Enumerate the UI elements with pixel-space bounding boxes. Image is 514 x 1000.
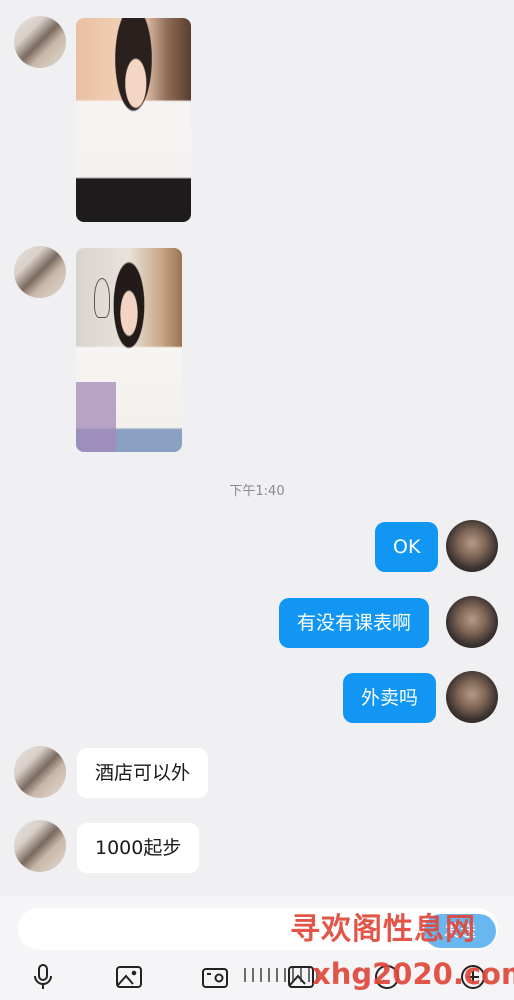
user-avatar[interactable]	[446, 671, 498, 723]
watermark-text: 寻欢阁性息网	[290, 912, 476, 947]
contact-avatar[interactable]	[14, 16, 66, 68]
microphone-icon[interactable]	[28, 962, 58, 992]
outgoing-message[interactable]: 外卖吗	[343, 673, 437, 723]
user-avatar[interactable]	[446, 596, 498, 648]
message-timestamp: 下午1:40	[229, 484, 285, 499]
photo-detail	[94, 278, 110, 318]
incoming-message[interactable]: 1000起步	[77, 823, 200, 873]
outgoing-message[interactable]: 有没有课表啊	[279, 598, 430, 648]
outgoing-message[interactable]: OK	[375, 522, 439, 572]
watermark-url: xhg2020.com	[312, 957, 514, 991]
image-message[interactable]	[76, 18, 191, 222]
contact-avatar[interactable]	[14, 746, 66, 798]
image-message[interactable]	[76, 248, 182, 452]
contact-avatar[interactable]	[14, 820, 66, 872]
incoming-message[interactable]: 酒店可以外	[77, 748, 209, 798]
image-icon[interactable]	[114, 962, 144, 992]
contact-avatar[interactable]	[14, 246, 66, 298]
user-avatar[interactable]	[446, 520, 498, 572]
chat-area[interactable]: 下午1:40 OK 有没有课表啊 外卖吗 酒店可以外 1000起步	[0, 0, 514, 896]
photo-detail	[76, 382, 116, 452]
camera-icon[interactable]	[200, 962, 230, 992]
